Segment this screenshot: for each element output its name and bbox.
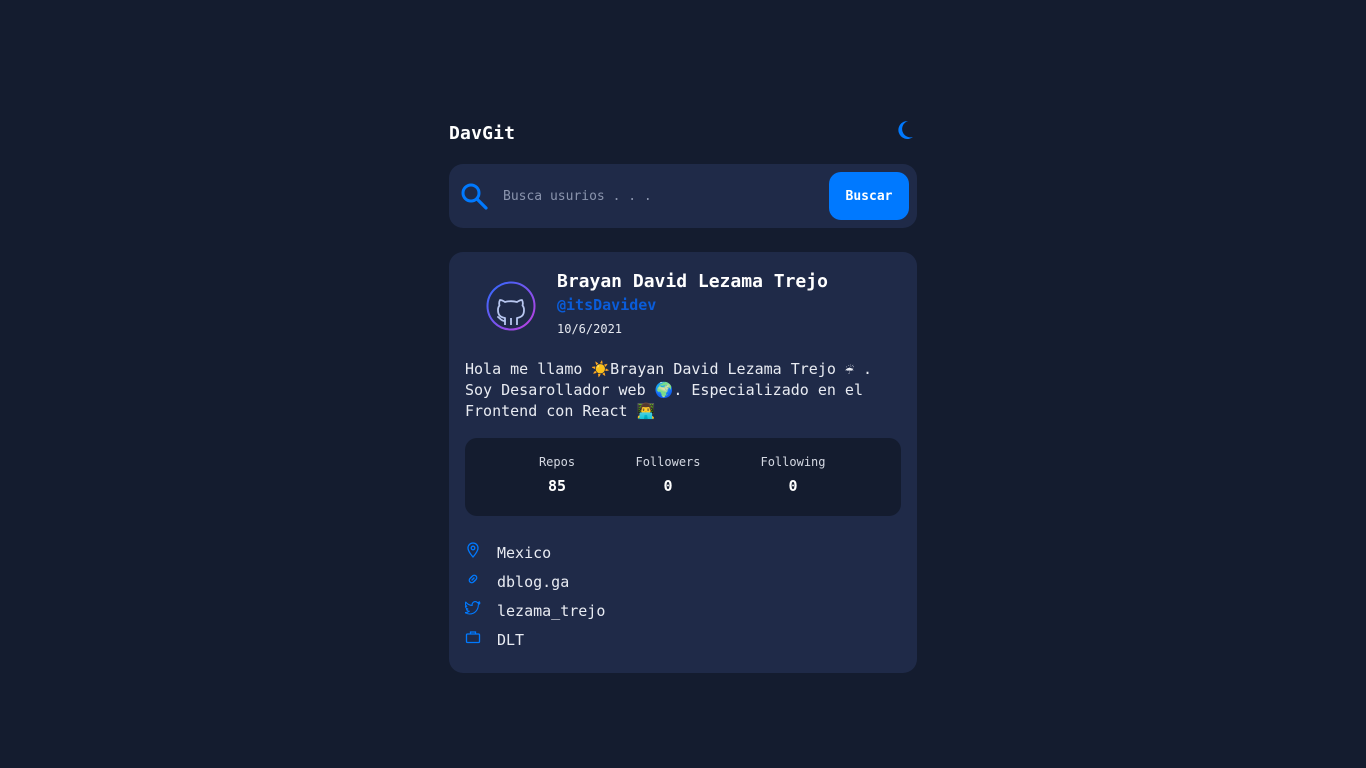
location-text: Mexico	[497, 543, 552, 562]
twitter-icon	[465, 600, 481, 616]
avatar	[486, 281, 536, 331]
search-input[interactable]	[501, 175, 829, 217]
search-button[interactable]: Buscar	[829, 172, 909, 220]
stat-following: Following 0	[760, 455, 825, 495]
profile-name: Brayan David Lezama Trejo	[557, 271, 828, 292]
stat-value: 0	[663, 477, 673, 495]
stat-followers: Followers 0	[635, 455, 700, 495]
moon-icon	[898, 120, 913, 139]
link-row-location: Mexico	[465, 538, 901, 567]
search-bar: Buscar	[449, 164, 917, 228]
website-link[interactable]: dblog.ga	[497, 573, 569, 591]
link-row-twitter[interactable]: lezama_trejo	[465, 596, 901, 625]
link-row-company: DLT	[465, 625, 901, 654]
github-octocat-icon	[486, 281, 536, 331]
stat-value: 85	[547, 477, 567, 495]
profile-info: Brayan David Lezama Trejo @itsDavidev 10…	[557, 270, 828, 336]
stat-label: Followers	[635, 455, 701, 469]
profile-header: Brayan David Lezama Trejo @itsDavidev 10…	[465, 270, 901, 336]
theme-toggle-button[interactable]	[895, 119, 915, 141]
profile-card: Brayan David Lezama Trejo @itsDavidev 10…	[449, 252, 917, 673]
profile-handle-link[interactable]: @itsDavidev	[557, 296, 828, 314]
header: DavGit	[449, 118, 917, 148]
profile-bio: Hola me llamo ☀️Brayan David Lezama Trej…	[465, 360, 872, 420]
company-text: DLT	[497, 630, 525, 649]
brand-title: DavGit	[449, 122, 516, 144]
search-icon	[459, 181, 489, 211]
stats-panel: Repos 85 Followers 0 Following 0	[465, 438, 901, 516]
stat-label: Following	[760, 455, 826, 469]
profile-join-date: 10/6/2021	[557, 322, 623, 336]
stat-value: 0	[788, 477, 798, 495]
twitter-link[interactable]: lezama_trejo	[497, 602, 605, 620]
stat-label: Repos	[538, 455, 576, 469]
link-row-website[interactable]: dblog.ga	[465, 567, 901, 596]
location-pin-icon	[465, 541, 481, 558]
app-container: DavGit Buscar	[449, 118, 917, 673]
link-icon	[465, 571, 481, 587]
profile-links: Mexico dblog.ga lezama_trejo DLT	[465, 538, 901, 654]
briefcase-icon	[465, 629, 481, 645]
stat-repos: Repos 85	[539, 455, 575, 495]
